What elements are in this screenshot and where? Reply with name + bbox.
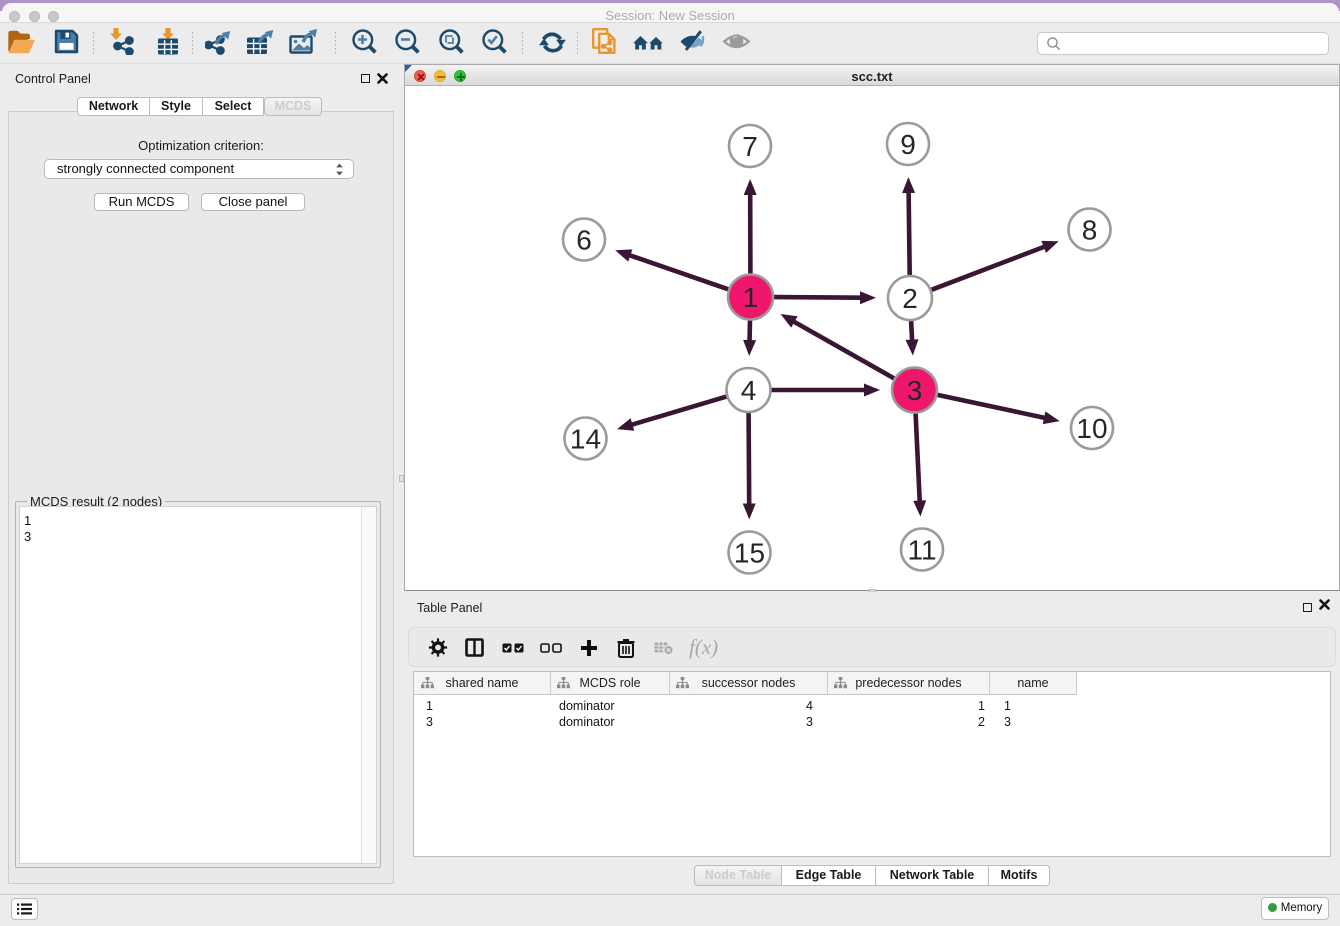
svg-text:15: 15 xyxy=(734,538,765,569)
svg-text:14: 14 xyxy=(570,424,601,455)
svg-text:2: 2 xyxy=(902,283,918,314)
svg-text:10: 10 xyxy=(1076,413,1107,444)
svg-text:9: 9 xyxy=(900,129,916,160)
svg-text:7: 7 xyxy=(742,131,758,162)
svg-text:1: 1 xyxy=(743,282,759,313)
svg-text:4: 4 xyxy=(741,375,757,406)
svg-text:3: 3 xyxy=(907,375,923,406)
svg-text:8: 8 xyxy=(1082,215,1098,246)
svg-text:11: 11 xyxy=(907,535,936,566)
svg-text:6: 6 xyxy=(576,225,592,256)
